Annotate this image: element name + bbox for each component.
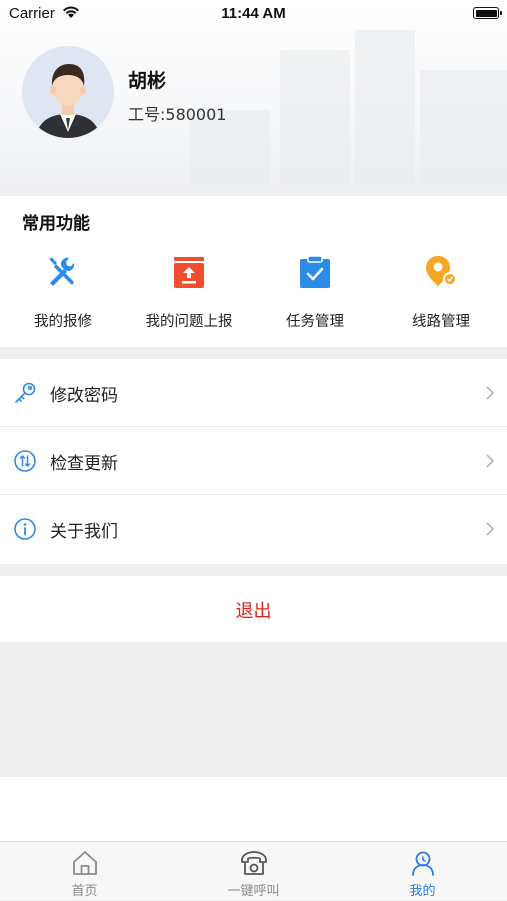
logout-label: 退出 [235,601,272,622]
function-label: 线路管理 [412,314,470,330]
update-icon [14,450,36,472]
battery-icon [473,7,502,19]
settings-row-check-update[interactable]: 检查更新 [0,427,507,495]
profile-icon [412,851,434,876]
status-bar: Carrier 11:44 AM [0,0,507,28]
settings-row-change-password[interactable]: 修改密码 [0,359,507,427]
function-my-repairs[interactable]: 我的报修 [0,252,126,332]
settings-label: 检查更新 [50,454,118,474]
common-functions-card: 常用功能 我的报修 我的问题上报 任务管理 线路管理 [0,196,507,347]
tab-home[interactable]: 首页 [0,842,169,901]
phone-icon [241,851,267,875]
settings-label: 修改密码 [50,386,118,406]
task-clipboard-icon [300,255,330,288]
chevron-right-icon [486,522,495,536]
function-issue-report[interactable]: 我的问题上报 [126,252,252,332]
logout-button[interactable]: 退出 [0,576,507,642]
tab-label: 首页 [71,884,98,899]
info-icon [14,518,36,540]
avatar[interactable] [22,46,114,138]
background-building [280,50,350,186]
chevron-right-icon [486,454,495,468]
background-building [355,30,415,186]
tab-mine[interactable]: 我的 [338,842,507,901]
function-label: 任务管理 [286,314,344,330]
settings-list: 修改密码 检查更新 关于我们 [0,359,507,564]
spacer-area [0,777,507,841]
settings-label: 关于我们 [50,522,118,542]
tab-label: 一键呼叫 [227,884,280,899]
home-icon [73,851,97,875]
function-label: 我的问题上报 [145,314,233,330]
settings-row-about-us[interactable]: 关于我们 [0,495,507,564]
function-task-management[interactable]: 任务管理 [252,252,378,332]
chevron-right-icon [486,386,495,400]
repair-tools-icon [49,257,75,286]
background-building [420,70,507,186]
avatar-person-icon [22,46,114,138]
function-route-management[interactable]: 线路管理 [378,252,504,332]
function-label: 我的报修 [34,314,92,330]
employee-id: 工号:580001 [128,105,227,124]
key-icon [15,382,36,403]
route-location-icon [426,256,457,286]
section-title: 常用功能 [22,214,90,234]
tab-label: 我的 [409,884,436,899]
clock: 11:44 AM [221,5,286,22]
tab-one-key-call[interactable]: 一键呼叫 [169,842,338,901]
user-name: 胡彬 [128,70,167,92]
tab-bar: 首页 一键呼叫 我的 [0,841,507,900]
issue-report-icon [174,257,204,288]
